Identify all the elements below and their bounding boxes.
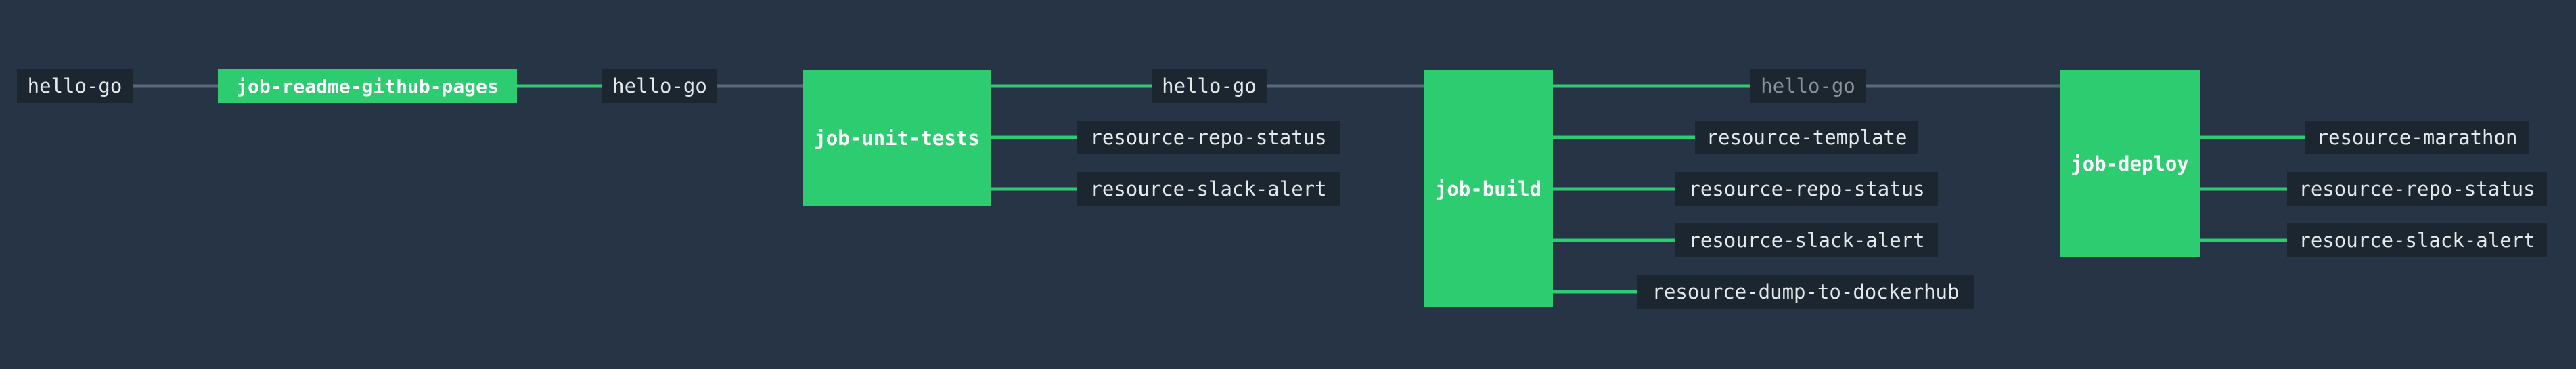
job-deploy[interactable]: job-deploy — [2060, 70, 2200, 257]
resource-hello-go-1[interactable]: hello-go — [17, 69, 133, 103]
job-unit-tests[interactable]: job-unit-tests — [803, 70, 991, 206]
resource-repo-status-unit[interactable]: resource-repo-status — [1077, 121, 1340, 154]
resource-slack-alert-build[interactable]: resource-slack-alert — [1675, 223, 1938, 257]
resource-dump-to-dockerhub-build[interactable]: resource-dump-to-dockerhub — [1637, 275, 1974, 309]
resource-template-build[interactable]: resource-template — [1695, 121, 1918, 154]
resource-hello-go-4[interactable]: hello-go — [1750, 69, 1866, 103]
job-build[interactable]: job-build — [1424, 70, 1553, 307]
resource-hello-go-2[interactable]: hello-go — [602, 69, 717, 103]
resource-slack-alert-unit[interactable]: resource-slack-alert — [1077, 172, 1340, 206]
resource-hello-go-3[interactable]: hello-go — [1152, 69, 1267, 103]
resource-repo-status-build[interactable]: resource-repo-status — [1675, 172, 1938, 206]
job-readme-github-pages[interactable]: job-readme-github-pages — [218, 69, 517, 103]
pipeline-graph: hello-go job-readme-github-pages hello-g… — [0, 0, 2576, 369]
resource-marathon-deploy[interactable]: resource-marathon — [2305, 121, 2529, 154]
resource-slack-alert-deploy[interactable]: resource-slack-alert — [2287, 223, 2547, 257]
resource-repo-status-deploy[interactable]: resource-repo-status — [2287, 172, 2547, 206]
